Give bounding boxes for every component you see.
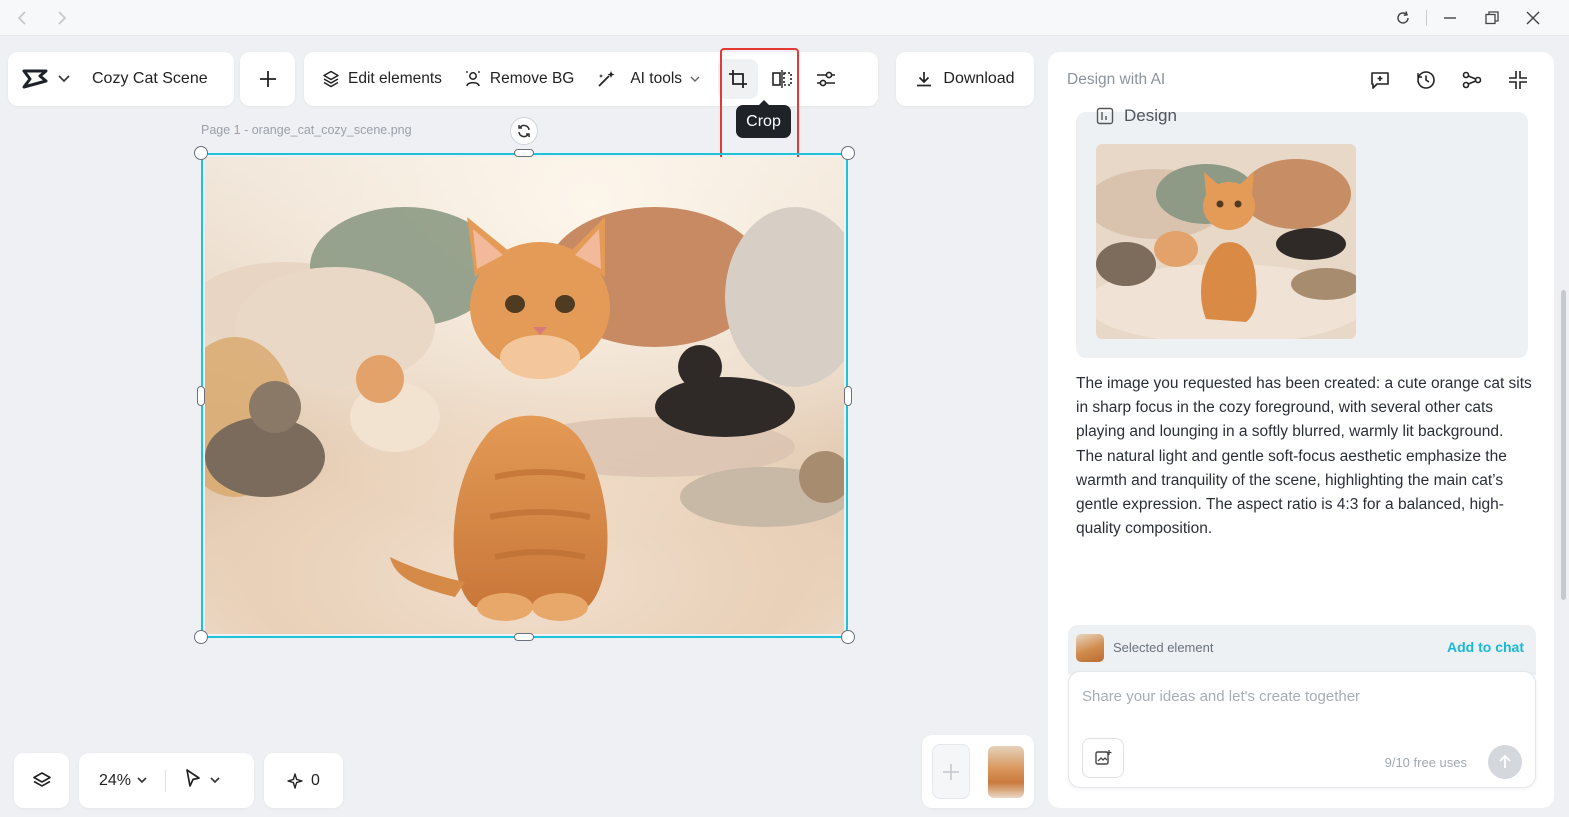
resize-handle-top[interactable]	[514, 149, 534, 157]
panel-actions	[1348, 66, 1532, 94]
add-to-chat-button[interactable]: Add to chat	[1447, 639, 1524, 655]
project-menu[interactable]: Cozy Cat Scene	[8, 52, 234, 106]
app-logo-icon	[22, 68, 48, 90]
zoom-control: 24%	[79, 753, 254, 808]
pages-strip	[922, 735, 1034, 808]
arrow-up-icon	[1499, 754, 1511, 768]
free-uses-counter: 9/10 free uses	[1384, 755, 1467, 770]
person-cutout-icon	[465, 71, 480, 87]
edit-elements-label: Edit elements	[348, 70, 442, 87]
layers-icon	[32, 771, 51, 787]
page-label: Page 1 - orange_cat_cozy_scene.png	[201, 123, 412, 137]
selected-element-label: Selected element	[1113, 640, 1214, 655]
page-thumbnail[interactable]	[988, 745, 1024, 798]
layers-button[interactable]	[14, 753, 69, 808]
back-icon[interactable]	[10, 6, 34, 30]
download-label: Download	[943, 70, 1015, 87]
forward-icon[interactable]	[50, 6, 74, 30]
attach-image-button[interactable]	[1082, 738, 1124, 778]
restore-icon[interactable]	[1480, 6, 1504, 30]
chat-input[interactable]	[1082, 688, 1522, 718]
resize-handle-left[interactable]	[197, 386, 205, 406]
project-title[interactable]: Cozy Cat Scene	[92, 70, 208, 88]
download-button[interactable]: Download	[896, 52, 1034, 106]
download-icon	[917, 72, 932, 87]
refresh-icon[interactable]	[1391, 6, 1415, 30]
window-titlebar	[0, 0, 1569, 36]
panel-title: Design with AI	[1067, 71, 1166, 88]
design-thumbnail[interactable]	[1096, 144, 1356, 339]
share-node-icon[interactable]	[1458, 66, 1486, 94]
design-label: Design	[1124, 106, 1177, 125]
design-ai-panel: Design with AI Design The image you requ…	[1048, 52, 1554, 808]
sparkle-icon	[287, 772, 303, 789]
pointer-tool-icon[interactable]	[184, 768, 202, 793]
design-icon	[1096, 107, 1114, 125]
plus-icon	[943, 763, 959, 780]
send-button[interactable]	[1488, 745, 1522, 779]
ai-tools-button[interactable]: AI tools	[596, 69, 682, 89]
ai-tools-label: AI tools	[630, 70, 683, 87]
pointer-chevron-icon[interactable]	[210, 775, 220, 787]
selected-element-bar: Selected element Add to chat	[1068, 625, 1536, 675]
history-icon[interactable]	[1412, 66, 1440, 94]
panel-scrollbar[interactable]	[1561, 290, 1566, 600]
plus-icon	[259, 71, 276, 87]
chevron-down-icon[interactable]	[58, 72, 70, 86]
layers-icon	[323, 70, 339, 88]
cat-scene-image	[205, 157, 844, 634]
design-label-row: Design	[1096, 106, 1177, 126]
titlebar-divider	[1426, 10, 1427, 26]
crop-tooltip: Crop	[736, 100, 791, 138]
zoom-level[interactable]: 24%	[99, 772, 131, 790]
resize-handle-bottom-right[interactable]	[841, 630, 855, 644]
assistant-message: The image you requested has been created…	[1076, 375, 1532, 538]
design-result-card: Design	[1076, 106, 1528, 358]
magic-wand-icon	[598, 71, 615, 87]
close-icon[interactable]	[1521, 6, 1545, 30]
ai-tools-chevron-icon[interactable]	[690, 76, 708, 83]
credits-count: 0	[311, 771, 320, 789]
resize-handle-top-right[interactable]	[841, 146, 855, 160]
selected-element-thumbnail	[1076, 634, 1104, 662]
zoom-chevron-icon[interactable]	[137, 775, 147, 787]
collapse-icon[interactable]	[1504, 66, 1532, 94]
sliders-icon	[817, 71, 836, 87]
remove-bg-label: Remove BG	[489, 70, 575, 87]
resize-handle-top-left[interactable]	[194, 146, 208, 160]
add-page-button[interactable]	[932, 744, 970, 799]
resize-handle-right[interactable]	[844, 386, 852, 406]
cat-scene-illustration	[205, 157, 844, 634]
remove-bg-button[interactable]: Remove BG	[464, 70, 574, 88]
selected-image[interactable]	[201, 153, 848, 638]
adjust-button[interactable]	[806, 59, 846, 99]
zoom-divider	[165, 769, 167, 792]
minimize-icon[interactable]	[1438, 6, 1462, 30]
image-upload-icon	[1095, 750, 1112, 765]
design-thumbnail-illustration	[1096, 144, 1356, 339]
rotate-handle[interactable]	[510, 117, 538, 145]
rotate-icon	[518, 124, 530, 138]
chat-input-box: 9/10 free uses	[1068, 671, 1536, 788]
credits-button[interactable]: 0	[264, 753, 343, 808]
resize-handle-bottom-left[interactable]	[194, 630, 208, 644]
resize-handle-bottom[interactable]	[514, 633, 534, 641]
edit-elements-button[interactable]: Edit elements	[322, 70, 442, 88]
add-button[interactable]	[240, 52, 295, 106]
new-chat-icon[interactable]	[1366, 66, 1394, 94]
